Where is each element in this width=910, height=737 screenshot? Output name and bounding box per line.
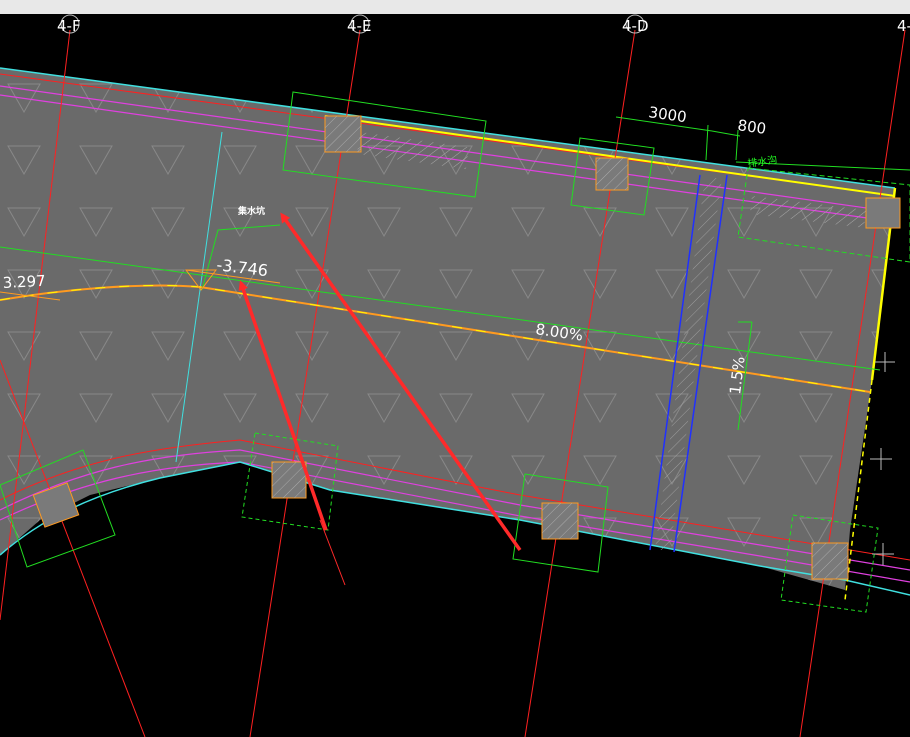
grid-label-4E: 4-E — [347, 17, 371, 35]
grid-label-4-partial: 4- — [897, 17, 910, 35]
grid-label-4F: 4-F — [57, 17, 81, 35]
cad-drawing-canvas[interactable]: 4-F 4-E 4-D 4- 3000 800 3.297 -3.746 8.0… — [0, 14, 910, 737]
green-note: 排水沟 — [747, 153, 779, 170]
dimension-offset: 800 — [736, 116, 767, 138]
plus-markers — [870, 352, 895, 565]
grid-label-4D: 4-D — [622, 17, 649, 35]
grid-labels: 4-F 4-E 4-D 4- — [57, 14, 910, 35]
small-note: 集水坑 — [237, 205, 265, 217]
elevation-left: 3.297 — [2, 272, 46, 292]
viewport-title-bar — [0, 0, 910, 14]
